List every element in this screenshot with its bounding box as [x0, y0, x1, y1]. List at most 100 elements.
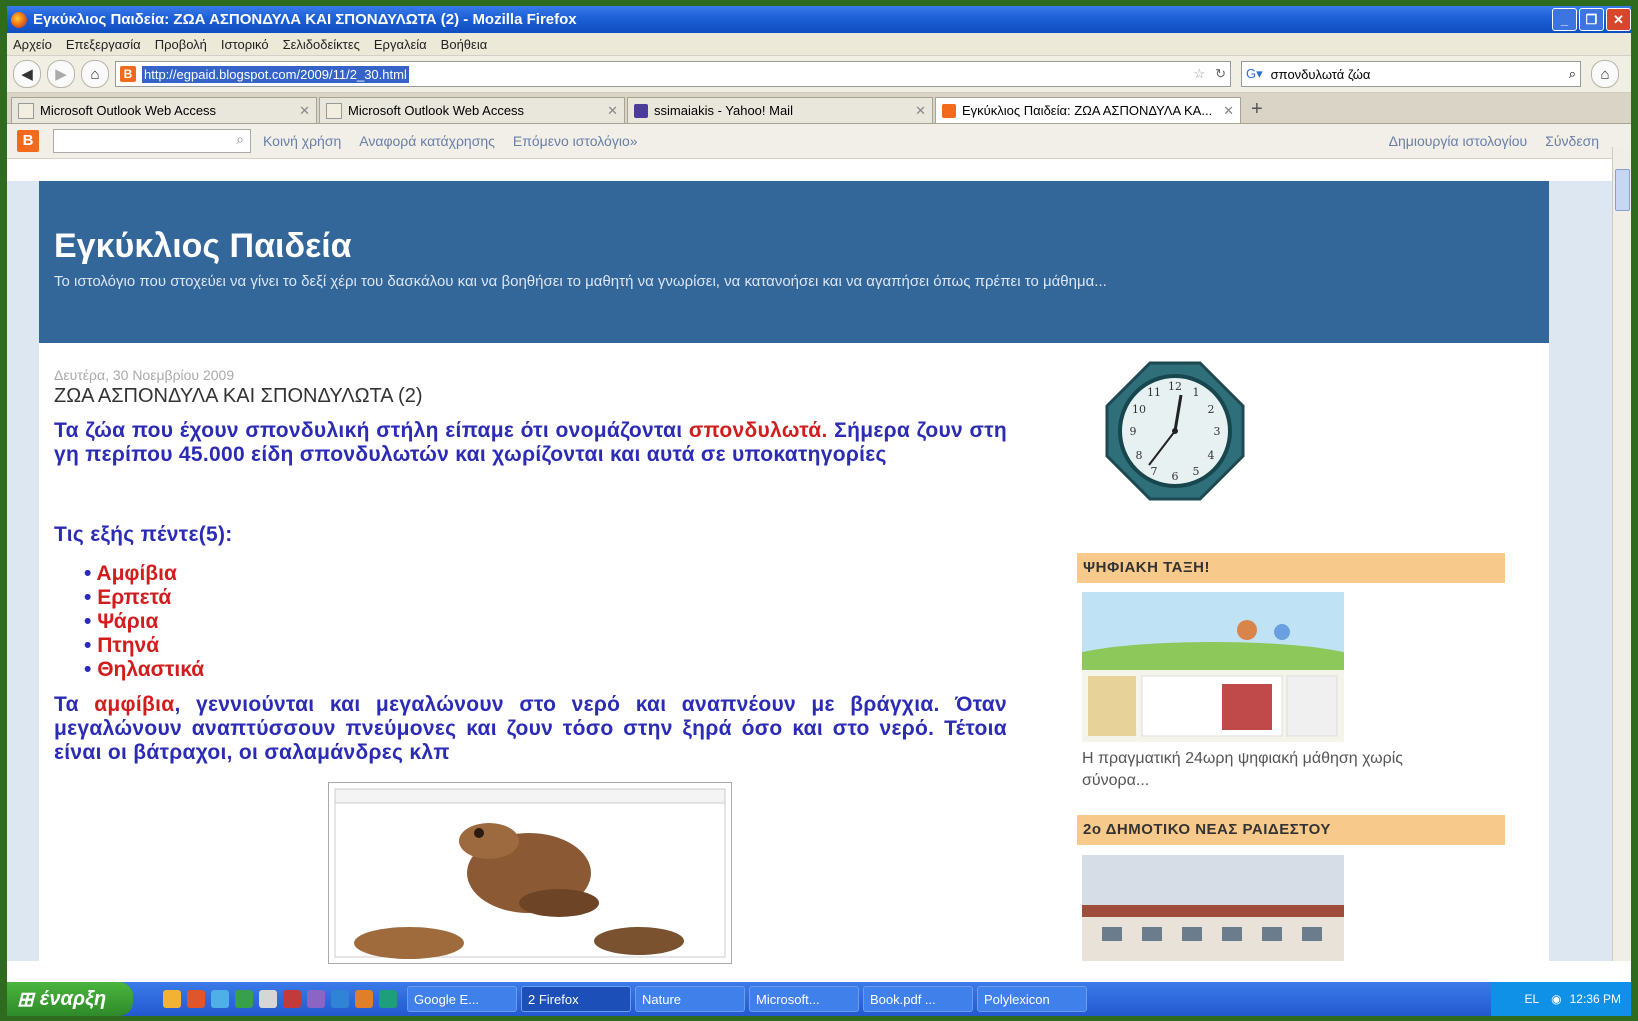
- menu-edit[interactable]: Επεξεργασία: [66, 37, 141, 52]
- page-icon: [326, 102, 342, 119]
- quicklaunch-app-icon[interactable]: [307, 990, 325, 1008]
- next-blog-link[interactable]: Επόμενο ιστολόγιο»: [513, 133, 638, 149]
- sign-in-link[interactable]: Σύνδεση: [1545, 133, 1599, 149]
- blogger-icon: [942, 103, 956, 118]
- taskbar-nature[interactable]: Nature: [635, 986, 745, 1012]
- tab-close-icon[interactable]: ✕: [607, 103, 618, 119]
- tray-icon[interactable]: ◉: [1551, 992, 1561, 1006]
- taskbar-book-pdf[interactable]: Book.pdf ...: [863, 986, 973, 1012]
- start-button[interactable]: ⊞ έναρξη: [7, 982, 133, 1016]
- blog-search-icon[interactable]: ⌕: [236, 131, 244, 148]
- tab-close-icon[interactable]: ✕: [915, 103, 926, 119]
- menu-file[interactable]: Αρχείο: [13, 37, 52, 52]
- frog-image: [328, 782, 732, 964]
- system-clock: 12:36 PM: [1569, 992, 1621, 1006]
- post-paragraph-2: Τις εξής πέντε(5):: [54, 523, 233, 546]
- windows-logo-icon: ⊞: [17, 988, 34, 1011]
- tab-close-icon[interactable]: ✕: [1223, 103, 1234, 119]
- close-window-button[interactable]: ✕: [1606, 8, 1631, 31]
- blogger-favicon-icon: B: [120, 66, 136, 82]
- navigation-toolbar: ◀ ▶ ⌂ B http://egpaid.blogspot.com/2009/…: [7, 56, 1631, 93]
- tab-yahoo-mail[interactable]: ssimaiakis - Yahoo! Mail ✕: [627, 97, 933, 123]
- create-blog-link[interactable]: Δημιουργία ιστολογίου: [1389, 133, 1528, 149]
- menu-view[interactable]: Προβολή: [155, 37, 207, 52]
- scrollbar-thumb[interactable]: [1615, 169, 1630, 211]
- svg-text:9: 9: [1130, 425, 1137, 438]
- firefox-icon: [11, 11, 27, 28]
- menu-bookmarks[interactable]: Σελιδοδείκτες: [283, 37, 360, 52]
- blogger-logo-icon[interactable]: B: [17, 130, 39, 152]
- quicklaunch-app-icon[interactable]: [187, 990, 205, 1008]
- blog-body: Δευτέρα, 30 Νοεμβρίου 2009 ΖΩΑ ΑΣΠΟΝΔΥΛΑ…: [39, 343, 1549, 964]
- taskbar-microsoft[interactable]: Microsoft...: [749, 986, 859, 1012]
- address-bar[interactable]: B http://egpaid.blogspot.com/2009/11/2_3…: [115, 61, 1231, 87]
- tab-close-icon[interactable]: ✕: [299, 103, 310, 119]
- forward-button[interactable]: ▶: [47, 60, 75, 88]
- svg-text:11: 11: [1147, 386, 1161, 399]
- widget-school-title: 2ο ΔΗΜΟΤΙΚΟ ΝΕΑΣ ΡΑΙΔΕΣΤΟΥ: [1077, 815, 1505, 845]
- vertebrate-list: Αμφίβια Ερπετά Ψάρια Πτηνά Θηλαστικά: [84, 562, 204, 682]
- search-magnifier-icon[interactable]: ⌕: [1569, 66, 1576, 82]
- blog-header: Εγκύκλιος Παιδεία Το ιστολόγιο που στοχε…: [39, 181, 1549, 343]
- menu-help[interactable]: Βοήθεια: [441, 37, 488, 52]
- svg-text:5: 5: [1193, 465, 1200, 478]
- digital-class-caption: Η πραγματική 24ωρη ψηφιακή μάθηση χωρίς …: [1082, 750, 1403, 789]
- svg-text:6: 6: [1172, 470, 1179, 483]
- svg-text:3: 3: [1214, 425, 1221, 438]
- quicklaunch-app-icon[interactable]: [211, 990, 229, 1008]
- bookmark-star-icon[interactable]: ☆: [1193, 66, 1205, 82]
- quicklaunch-app-icon[interactable]: [331, 990, 349, 1008]
- reload-icon[interactable]: ↻: [1215, 66, 1226, 82]
- tab-egpaid-blog[interactable]: Εγκύκλιος Παιδεία: ΖΩΑ ΑΣΠΟΝΔΥΛΑ ΚΑ... ✕: [935, 97, 1241, 123]
- back-button[interactable]: ◀: [13, 60, 41, 88]
- search-value[interactable]: σπονδυλωτά ζώα: [1271, 67, 1371, 82]
- menu-history[interactable]: Ιστορικό: [221, 37, 269, 52]
- quicklaunch-app-icon[interactable]: [355, 990, 373, 1008]
- tab-outlook-2[interactable]: Microsoft Outlook Web Access ✕: [319, 97, 625, 123]
- quicklaunch-app-icon[interactable]: [235, 990, 253, 1008]
- blog-description: Το ιστολόγιο που στοχεύει να γίνει το δε…: [54, 273, 1107, 290]
- svg-text:8: 8: [1136, 449, 1143, 462]
- svg-text:7: 7: [1151, 465, 1158, 478]
- frog-illustration: [334, 788, 726, 959]
- quicklaunch-app-icon[interactable]: [283, 990, 301, 1008]
- report-abuse-link[interactable]: Αναφορά κατάχρησης: [359, 133, 495, 149]
- menu-tools[interactable]: Εργαλεία: [374, 37, 427, 52]
- blog-title[interactable]: Εγκύκλιος Παιδεία: [54, 227, 352, 266]
- quicklaunch-app-icon[interactable]: [163, 990, 181, 1008]
- url-text[interactable]: http://egpaid.blogspot.com/2009/11/2_30.…: [142, 65, 409, 83]
- home-icon[interactable]: ⌂: [1591, 60, 1619, 88]
- menu-bar: Αρχείο Επεξεργασία Προβολή Ιστορικό Σελι…: [7, 33, 1631, 56]
- system-tray: EL ◉ 12:36 PM: [1491, 982, 1631, 1016]
- clock-widget: 12 3 6 9 12 45 7 8 10 11: [1105, 361, 1245, 501]
- digital-class-thumbnail[interactable]: [1082, 592, 1344, 742]
- vertical-scrollbar[interactable]: [1612, 147, 1631, 961]
- minimize-button[interactable]: _: [1552, 8, 1577, 31]
- google-search-icon: G▾: [1246, 66, 1263, 81]
- window-title: Εγκύκλιος Παιδεία: ΖΩΑ ΑΣΠΟΝΔΥΛΑ ΚΑΙ ΣΠΟ…: [33, 11, 577, 28]
- school-thumbnail[interactable]: [1082, 855, 1344, 961]
- svg-text:1: 1: [1193, 386, 1200, 399]
- home-lock-icon[interactable]: ⌂: [81, 60, 109, 88]
- taskbar-google-earth[interactable]: Google E...: [407, 986, 517, 1012]
- new-tab-button[interactable]: +: [1251, 98, 1263, 121]
- search-input[interactable]: G▾ σπονδυλωτά ζώα ⌕: [1241, 61, 1581, 87]
- tab-strip: Microsoft Outlook Web Access ✕ Microsoft…: [7, 93, 1631, 124]
- share-link[interactable]: Κοινή χρήση: [263, 133, 341, 149]
- tab-outlook-1[interactable]: Microsoft Outlook Web Access ✕: [11, 97, 317, 123]
- svg-text:10: 10: [1132, 403, 1146, 416]
- quicklaunch-app-icon[interactable]: [259, 990, 277, 1008]
- list-item: Θηλαστικά: [84, 658, 204, 682]
- post-date: Δευτέρα, 30 Νοεμβρίου 2009: [54, 367, 235, 383]
- taskbar-firefox[interactable]: 2 Firefox: [521, 986, 631, 1012]
- quick-launch: [163, 990, 403, 1008]
- maximize-button[interactable]: ❐: [1579, 8, 1604, 31]
- quicklaunch-app-icon[interactable]: [379, 990, 397, 1008]
- window-titlebar: Εγκύκλιος Παιδεία: ΖΩΑ ΑΣΠΟΝΔΥΛΑ ΚΑΙ ΣΠΟ…: [7, 6, 1631, 33]
- post-title: ΖΩΑ ΑΣΠΟΝΔΥΛΑ ΚΑΙ ΣΠΟΝΔΥΛΩΤΑ (2): [54, 385, 423, 407]
- yahoo-mail-icon: [634, 103, 648, 118]
- widget-digital-class-title: ΨΗΦΙΑΚΗ ΤΑΞΗ!: [1077, 553, 1505, 583]
- taskbar-polylexicon[interactable]: Polylexicon: [977, 986, 1087, 1012]
- blog-search-input[interactable]: ⌕: [53, 129, 251, 153]
- language-indicator[interactable]: EL: [1524, 992, 1539, 1006]
